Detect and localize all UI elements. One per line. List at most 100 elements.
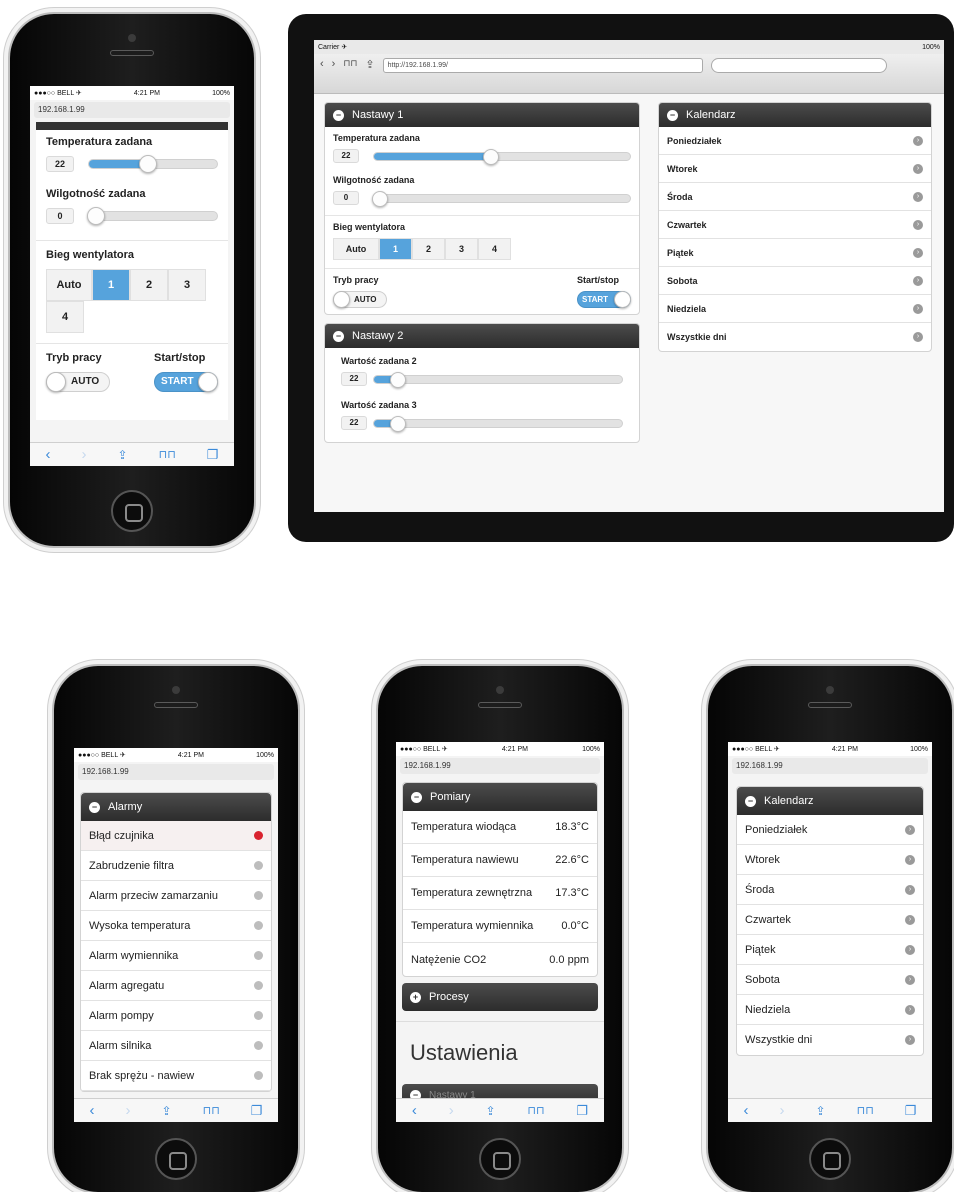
share-icon[interactable]: ⇪	[162, 1104, 172, 1118]
tabs-icon[interactable]: ❐	[251, 1103, 263, 1119]
fan-option-button[interactable]: Auto	[333, 238, 379, 260]
forward-icon[interactable]: ›	[449, 1102, 454, 1119]
tabs-icon[interactable]: ❐	[576, 1103, 588, 1119]
temp-value[interactable]: 22	[333, 149, 359, 163]
list-item[interactable]: Czwartek ›	[659, 211, 931, 239]
back-icon[interactable]: ‹	[412, 1102, 417, 1119]
back-icon[interactable]: ‹	[90, 1102, 95, 1119]
fan-option-button[interactable]: 2	[412, 238, 445, 260]
alarm-row[interactable]: Alarm silnika	[81, 1031, 271, 1061]
fan-option-button[interactable]: 4	[478, 238, 511, 260]
temp-slider[interactable]	[373, 148, 631, 165]
panel-header[interactable]: − Kalendarz	[737, 787, 923, 815]
url-bar[interactable]: 192.168.1.99	[400, 758, 600, 774]
list-item[interactable]: Poniedziałek ›	[659, 127, 931, 155]
forward-icon[interactable]: ›	[126, 1102, 131, 1119]
alarm-row[interactable]: Alarm wymiennika	[81, 941, 271, 971]
fan-option-button[interactable]: 4	[46, 301, 84, 333]
tabs-icon[interactable]: ❐	[905, 1103, 917, 1119]
forward-icon[interactable]: ›	[332, 58, 336, 70]
panel-header[interactable]: − Nastawy 1	[325, 103, 639, 127]
slider-thumb[interactable]	[87, 207, 105, 225]
share-icon[interactable]: ⇪	[816, 1104, 826, 1118]
list-item[interactable]: Sobota ›	[659, 267, 931, 295]
temp-slider[interactable]	[88, 155, 218, 173]
v2-value[interactable]: 22	[341, 372, 367, 386]
tabs-icon[interactable]: ❐	[207, 447, 219, 463]
fan-option-button[interactable]: 1	[379, 238, 412, 260]
list-item[interactable]: Czwartek ›	[737, 905, 923, 935]
bookmarks-icon[interactable]: ⊓⊓	[203, 1104, 220, 1117]
bookmarks-icon[interactable]: ⊓⊓	[159, 448, 176, 461]
hum-value[interactable]: 0	[333, 191, 359, 205]
fan-option-button[interactable]: 1	[92, 269, 130, 301]
hum-slider[interactable]	[87, 207, 218, 225]
list-item[interactable]: Środa ›	[737, 875, 923, 905]
forward-icon[interactable]: ›	[780, 1102, 785, 1119]
v3-value[interactable]: 22	[341, 416, 367, 430]
back-icon[interactable]: ‹	[46, 446, 51, 463]
slider-thumb[interactable]	[389, 415, 406, 432]
slider-thumb[interactable]	[482, 148, 499, 165]
hum-slider[interactable]	[372, 190, 631, 207]
mode-toggle[interactable]: AUTO	[333, 291, 387, 308]
list-item[interactable]: Poniedziałek ›	[737, 815, 923, 845]
fan-selector[interactable]: Auto 1 2 3 4	[333, 238, 523, 260]
alarm-row[interactable]: Alarm pompy	[81, 1001, 271, 1031]
v2-slider[interactable]	[373, 371, 623, 388]
home-button[interactable]	[479, 1138, 521, 1180]
fan-option-button[interactable]: Auto	[46, 269, 92, 301]
alarm-row[interactable]: Brak sprężu - nawiew	[81, 1061, 271, 1091]
startstop-toggle[interactable]: START	[154, 372, 218, 392]
share-icon[interactable]: ⇪	[486, 1104, 496, 1118]
alarm-row[interactable]: Wysoka temperatura	[81, 911, 271, 941]
alarm-row[interactable]: Zabrudzenie filtra	[81, 851, 271, 881]
v3-slider[interactable]	[373, 415, 623, 432]
fan-option-button[interactable]: 3	[445, 238, 478, 260]
back-icon[interactable]: ‹	[744, 1102, 749, 1119]
slider-thumb[interactable]	[372, 190, 388, 207]
list-item[interactable]: Środa ›	[659, 183, 931, 211]
forward-icon[interactable]: ›	[82, 446, 87, 463]
url-bar[interactable]: 192.168.1.99	[78, 764, 274, 780]
list-item[interactable]: Sobota ›	[737, 965, 923, 995]
list-item[interactable]: Wtorek ›	[737, 845, 923, 875]
alarm-row[interactable]: Alarm agregatu	[81, 971, 271, 1001]
list-item[interactable]: Wszystkie dni ›	[737, 1025, 923, 1055]
list-item[interactable]: Wtorek ›	[659, 155, 931, 183]
list-item[interactable]: Niedziela ›	[737, 995, 923, 1025]
alarm-row[interactable]: Błąd czujnika	[81, 821, 271, 851]
mode-toggle[interactable]: AUTO	[46, 372, 110, 392]
temp-value[interactable]: 22	[46, 156, 74, 172]
panel-header[interactable]: − Alarmy	[81, 793, 271, 821]
home-button[interactable]	[809, 1138, 851, 1180]
share-icon[interactable]: ⇪	[118, 448, 128, 462]
panel-header[interactable]: − Pomiary	[403, 783, 597, 811]
hum-value[interactable]: 0	[46, 208, 74, 224]
slider-thumb[interactable]	[138, 155, 157, 173]
home-button[interactable]	[155, 1138, 197, 1180]
bookmarks-icon[interactable]: ⊓⊓	[527, 1104, 544, 1117]
list-item[interactable]: Piątek ›	[737, 935, 923, 965]
bookmarks-icon[interactable]: ⊓⊓	[343, 58, 357, 69]
url-bar[interactable]: 192.168.1.99	[34, 102, 230, 118]
url-bar[interactable]: 192.168.1.99	[732, 758, 928, 774]
panel-header[interactable]: − Nastawy 2	[325, 324, 639, 348]
search-field[interactable]	[710, 58, 887, 73]
slider-thumb[interactable]	[389, 371, 406, 388]
share-icon[interactable]: ⇪	[365, 58, 374, 71]
home-button[interactable]	[111, 490, 153, 532]
fan-selector[interactable]: Auto 1 2 3 4	[46, 269, 206, 333]
back-icon[interactable]: ‹	[320, 58, 324, 70]
alarm-row[interactable]: Alarm przeciw zamarzaniu	[81, 881, 271, 911]
address-field[interactable]: http://192.168.1.99/	[382, 58, 703, 73]
list-item[interactable]: Piątek ›	[659, 239, 931, 267]
bookmarks-icon[interactable]: ⊓⊓	[857, 1104, 874, 1117]
startstop-toggle[interactable]: START	[577, 291, 631, 308]
list-item[interactable]: Niedziela ›	[659, 295, 931, 323]
fan-option-button[interactable]: 3	[168, 269, 206, 301]
panel-procesy-header[interactable]: + Procesy	[402, 983, 598, 1011]
panel-header[interactable]: − Kalendarz	[659, 103, 931, 127]
list-item[interactable]: Wszystkie dni ›	[659, 323, 931, 351]
fan-option-button[interactable]: 2	[130, 269, 168, 301]
